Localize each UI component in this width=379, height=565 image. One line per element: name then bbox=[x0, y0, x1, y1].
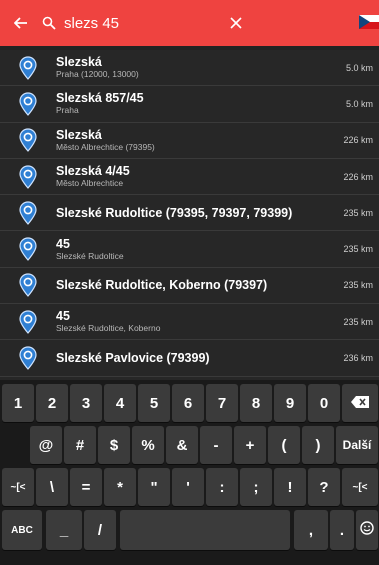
list-item[interactable]: Slezská Praha (12000, 13000) 5.0 km bbox=[0, 50, 379, 87]
key-right-paren[interactable]: ) bbox=[302, 426, 334, 464]
result-distance: 5.0 km bbox=[345, 98, 373, 109]
result-distance: 235 km bbox=[343, 244, 373, 255]
result-distance: 235 km bbox=[343, 280, 373, 291]
key-question[interactable]: ? bbox=[308, 468, 340, 506]
close-icon[interactable] bbox=[224, 0, 248, 46]
location-pin-icon bbox=[0, 56, 56, 80]
key-left-paren[interactable]: ( bbox=[268, 426, 300, 464]
location-pin-icon bbox=[0, 128, 56, 153]
czech-flag-icon[interactable] bbox=[359, 15, 379, 29]
result-subtitle: Slezské Rudoltice, Koberno bbox=[56, 323, 161, 334]
emoji-key[interactable] bbox=[356, 510, 378, 550]
result-subtitle: Slezské Rudoltice bbox=[56, 250, 124, 261]
result-subtitle: Praha bbox=[56, 105, 79, 116]
key-underscore[interactable]: _ bbox=[46, 510, 82, 550]
key-3[interactable]: 3 bbox=[70, 384, 102, 422]
key-symbols-more-left[interactable]: ~[< bbox=[2, 468, 34, 506]
result-subtitle: Město Albrechtice bbox=[56, 178, 124, 189]
key-9[interactable]: 9 bbox=[274, 384, 306, 422]
key-slash[interactable]: / bbox=[84, 510, 116, 550]
key-2[interactable]: 2 bbox=[36, 384, 68, 422]
key-hash[interactable]: # bbox=[64, 426, 96, 464]
key-at[interactable]: @ bbox=[30, 426, 62, 464]
results-list: Slezská Praha (12000, 13000) 5.0 km Slezs… bbox=[0, 50, 379, 380]
key-minus[interactable]: - bbox=[200, 426, 232, 464]
location-pin-icon bbox=[0, 310, 56, 334]
key-5[interactable]: 5 bbox=[138, 384, 170, 422]
key-exclamation[interactable]: ! bbox=[274, 468, 306, 506]
key-dollar[interactable]: $ bbox=[98, 426, 130, 464]
key-backslash[interactable]: \ bbox=[36, 468, 68, 506]
location-pin-icon bbox=[0, 346, 56, 370]
key-7[interactable]: 7 bbox=[206, 384, 238, 422]
key-1[interactable]: 1 bbox=[2, 384, 34, 422]
list-item[interactable]: Slezská Město Albrechtice (79395) 226 km bbox=[0, 123, 379, 159]
location-pin-icon bbox=[0, 92, 56, 116]
result-name: Slezské Rudoltice, Koberno (79397) bbox=[56, 278, 268, 293]
list-item[interactable]: Slezská 857/45 Praha 5.0 km bbox=[0, 86, 379, 123]
result-name: Slezská 4/45 bbox=[56, 164, 130, 179]
result-distance: 226 km bbox=[343, 171, 373, 182]
arrow-left-icon[interactable] bbox=[0, 0, 42, 46]
result-name: Slezské Rudoltice (79395, 79397, 79399) bbox=[56, 205, 293, 220]
key-semicolon[interactable]: ; bbox=[240, 468, 272, 506]
search-bar: slezs 45 bbox=[0, 0, 379, 46]
key-asterisk[interactable]: * bbox=[104, 468, 136, 506]
list-item[interactable]: Slezské Rudoltice, Koberno (79397) 235 k… bbox=[0, 268, 379, 305]
list-item[interactable]: Slezská 4/45 Město Albrechtice 226 km bbox=[0, 159, 379, 196]
location-pin-icon bbox=[0, 273, 56, 298]
space-key[interactable] bbox=[120, 510, 290, 550]
result-name: Slezská 857/45 bbox=[56, 91, 144, 106]
backspace-icon bbox=[351, 395, 369, 412]
key-symbols-more-right[interactable]: ~[< bbox=[342, 468, 378, 506]
result-distance: 5.0 km bbox=[345, 62, 373, 73]
abc-key[interactable]: ABC bbox=[2, 510, 42, 550]
result-distance: 226 km bbox=[343, 135, 373, 146]
key-4[interactable]: 4 bbox=[104, 384, 136, 422]
list-item[interactable]: Slezské Pavlovice (79399) 236 km bbox=[0, 340, 379, 377]
result-subtitle: Město Albrechtice (79395) bbox=[56, 141, 155, 152]
key-ampersand[interactable]: & bbox=[166, 426, 198, 464]
key-comma[interactable]: , bbox=[294, 510, 328, 550]
app-screen: slezs 45 Slezská Praha (12000, 13000) 5.0… bbox=[0, 0, 379, 565]
backspace-key[interactable] bbox=[342, 384, 378, 422]
key-double-quote[interactable]: " bbox=[138, 468, 170, 506]
result-distance: 235 km bbox=[343, 207, 373, 218]
key-colon[interactable]: : bbox=[206, 468, 238, 506]
result-name: Slezská bbox=[56, 55, 102, 70]
result-subtitle: Praha (12000, 13000) bbox=[56, 69, 139, 80]
list-item[interactable]: 45 Slezské Rudoltice 235 km bbox=[0, 231, 379, 268]
key-single-quote[interactable]: ' bbox=[172, 468, 204, 506]
key-plus[interactable]: + bbox=[234, 426, 266, 464]
key-0[interactable]: 0 bbox=[308, 384, 340, 422]
key-period[interactable]: . bbox=[330, 510, 354, 550]
smiley-icon bbox=[360, 521, 374, 539]
keyboard: 1 2 3 4 5 6 7 8 9 0 @ # $ % & - + ( ) Da… bbox=[0, 380, 379, 565]
key-equals[interactable]: = bbox=[70, 468, 102, 506]
search-input[interactable]: slezs 45 bbox=[64, 15, 214, 32]
location-pin-icon bbox=[0, 201, 56, 225]
location-pin-icon bbox=[0, 237, 56, 262]
key-percent[interactable]: % bbox=[132, 426, 164, 464]
result-name: Slezská bbox=[56, 127, 102, 142]
result-name: 45 bbox=[56, 309, 70, 324]
result-name: Slezské Pavlovice (79399) bbox=[56, 351, 210, 366]
enter-key[interactable]: Další bbox=[336, 426, 378, 464]
search-icon bbox=[42, 0, 64, 46]
result-distance: 235 km bbox=[343, 316, 373, 327]
location-pin-icon bbox=[0, 165, 56, 189]
key-6[interactable]: 6 bbox=[172, 384, 204, 422]
key-8[interactable]: 8 bbox=[240, 384, 272, 422]
list-item[interactable]: Slezské Rudoltice (79395, 79397, 79399) … bbox=[0, 195, 379, 232]
result-name: 45 bbox=[56, 236, 70, 251]
list-item[interactable]: 45 Slezské Rudoltice, Koberno 235 km bbox=[0, 304, 379, 341]
result-distance: 236 km bbox=[343, 353, 373, 364]
